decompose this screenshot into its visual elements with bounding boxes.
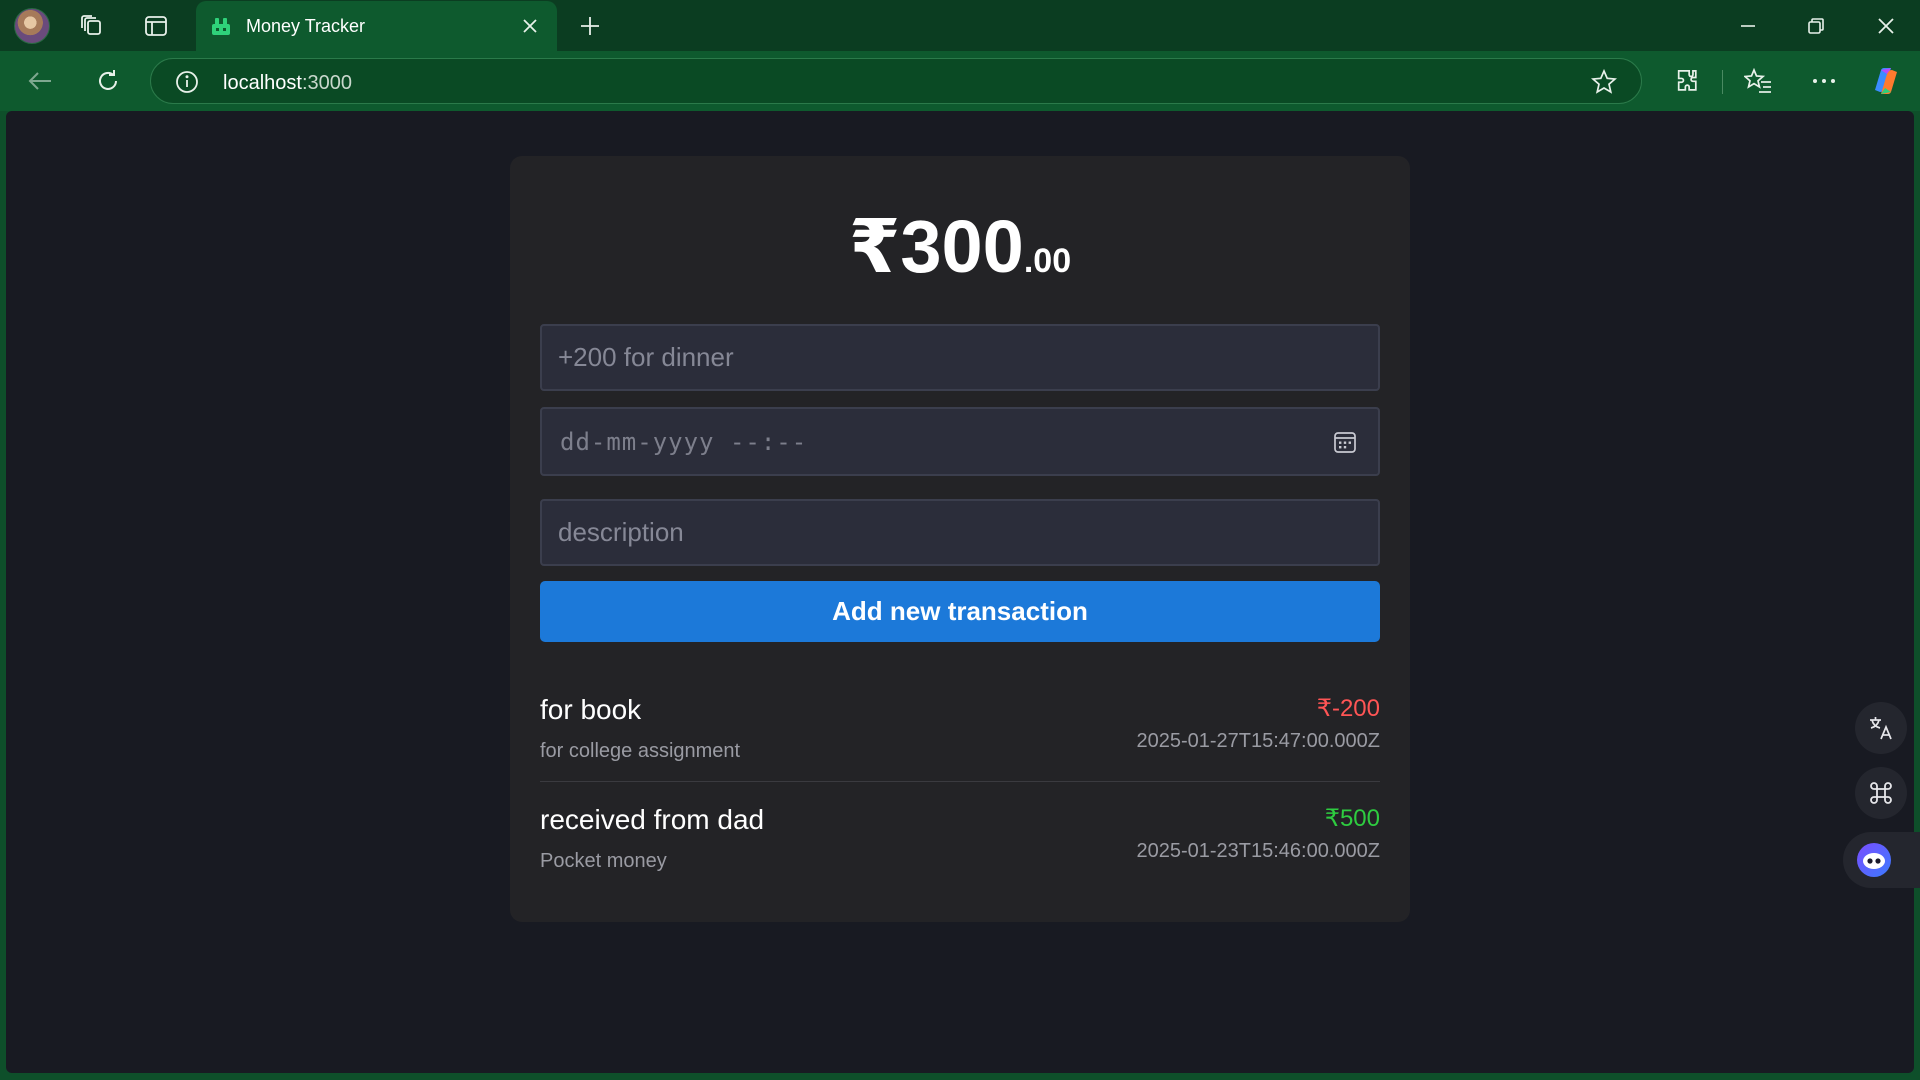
restore-icon[interactable]	[1800, 12, 1832, 40]
balance-display: ₹300.00	[510, 204, 1410, 290]
address-url[interactable]: localhost:3000	[223, 72, 352, 95]
money-tracker-card: ₹300.00 dd-mm-yyyy --:-- Add new transac…	[510, 156, 1410, 922]
profile-avatar[interactable]	[14, 8, 50, 44]
browser-tab-bar: Money Tracker	[0, 0, 1920, 51]
description-field[interactable]	[540, 499, 1380, 566]
transaction-item[interactable]: for book for college assignment ₹-200 20…	[540, 694, 1380, 794]
address-port: :3000	[301, 72, 352, 94]
datetime-field[interactable]: dd-mm-yyyy --:--	[540, 407, 1380, 476]
favorite-star-icon[interactable]	[1591, 69, 1617, 95]
minimize-icon[interactable]	[1732, 12, 1764, 40]
reload-icon[interactable]	[92, 66, 124, 96]
workspaces-icon[interactable]	[76, 12, 108, 40]
assistant-button[interactable]	[1843, 832, 1920, 888]
close-window-icon[interactable]	[1870, 12, 1902, 40]
transaction-datetime: 2025-01-27T15:47:00.000Z	[1136, 730, 1380, 752]
assistant-icon	[1857, 843, 1891, 877]
description-input[interactable]	[542, 501, 1378, 564]
transaction-amount: ₹-200	[1316, 695, 1380, 722]
new-tab-icon[interactable]	[576, 12, 604, 40]
amount-field[interactable]	[540, 324, 1380, 391]
money-tracker-favicon-icon	[212, 18, 230, 35]
address-bar[interactable]: localhost:3000	[150, 58, 1642, 104]
browser-toolbar: localhost:3000	[0, 51, 1920, 111]
balance-cents: .00	[1023, 242, 1072, 280]
copilot-icon[interactable]	[1868, 63, 1904, 99]
transaction-datetime: 2025-01-23T15:46:00.000Z	[1136, 840, 1380, 862]
close-tab-icon[interactable]	[520, 16, 540, 36]
translate-button[interactable]	[1855, 702, 1907, 754]
more-options-icon[interactable]	[1808, 65, 1840, 97]
datetime-placeholder: dd-mm-yyyy --:--	[560, 428, 808, 456]
amount-input[interactable]	[542, 326, 1378, 389]
transaction-description: Pocket money	[540, 850, 667, 872]
command-icon	[1870, 782, 1892, 804]
tab-title: Money Tracker	[246, 16, 366, 36]
shortcuts-button[interactable]	[1855, 767, 1907, 819]
add-transaction-button[interactable]: Add new transaction	[540, 581, 1380, 642]
site-info-icon[interactable]	[175, 70, 199, 94]
favorites-icon[interactable]	[1742, 65, 1774, 97]
page-viewport: ₹300.00 dd-mm-yyyy --:-- Add new transac…	[6, 111, 1914, 1073]
calendar-icon[interactable]	[1332, 429, 1358, 455]
balance-main: ₹300	[848, 205, 1024, 288]
transaction-item[interactable]: received from dad Pocket money ₹500 2025…	[540, 804, 1380, 904]
transaction-description: for college assignment	[540, 740, 741, 762]
back-icon[interactable]	[24, 67, 56, 95]
tab-actions-icon[interactable]	[140, 12, 172, 40]
transaction-divider	[540, 781, 1380, 782]
transaction-amount: ₹500	[1324, 805, 1380, 832]
address-host: localhost	[223, 72, 302, 94]
transaction-title: received from dad	[540, 804, 765, 835]
tab-money-tracker[interactable]: Money Tracker	[196, 1, 557, 51]
transaction-title: for book	[540, 694, 642, 725]
extensions-icon[interactable]	[1670, 65, 1702, 97]
translate-icon	[1870, 717, 1892, 740]
toolbar-divider	[1722, 70, 1723, 94]
